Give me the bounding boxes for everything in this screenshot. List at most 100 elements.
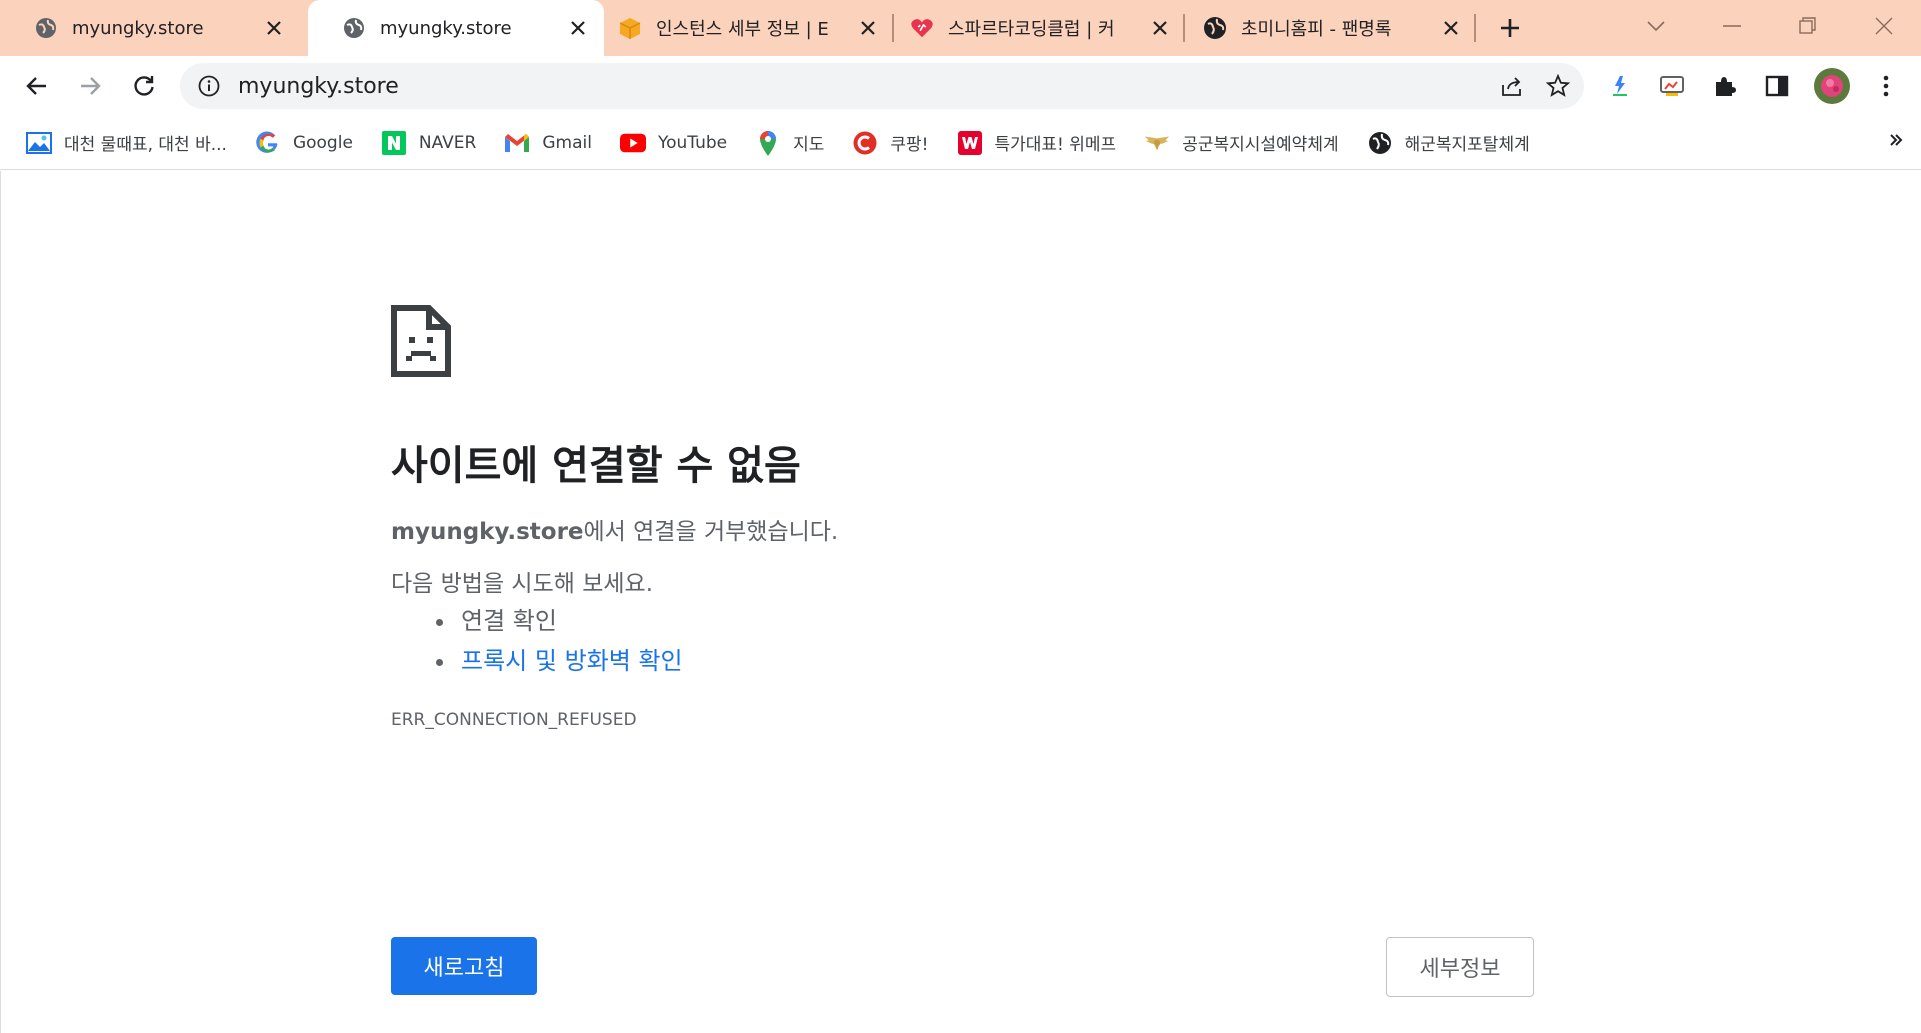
page-content: 사이트에 연결할 수 없음 myungky.store에서 연결을 거부했습니다…	[0, 171, 1921, 1033]
tab-title: myungky.store	[380, 17, 512, 39]
suggestion-check-connection: 연결 확인	[457, 601, 683, 641]
bookmark-item[interactable]: YouTube	[616, 125, 737, 161]
gmail-icon	[504, 130, 530, 156]
bookmark-item[interactable]: 쿠팡!	[848, 125, 938, 161]
naver-icon	[381, 130, 407, 156]
restore-button[interactable]	[1788, 6, 1828, 46]
bookmark-label: Gmail	[542, 132, 592, 153]
coupang-icon	[852, 130, 878, 156]
bookmark-label: 해군복지포탈체계	[1404, 135, 1530, 155]
bookmark-label: 특가대표! 위메프	[994, 135, 1117, 155]
extension-1-button[interactable]	[1600, 66, 1640, 106]
extension-2-button[interactable]	[1652, 66, 1692, 106]
more-vertical-icon	[1883, 75, 1889, 97]
cast-screen-icon	[1660, 76, 1684, 96]
restore-icon	[1799, 17, 1816, 34]
bookmarks-overflow-button[interactable]	[1889, 128, 1903, 152]
check-proxy-firewall-link[interactable]: 프록시 및 방화벽 확인	[461, 647, 683, 675]
details-button[interactable]: 세부정보	[1386, 937, 1534, 997]
forward-arrow-icon	[81, 77, 101, 95]
menu-button[interactable]	[1866, 66, 1906, 106]
side-panel-icon	[1765, 75, 1789, 97]
tab-search-button[interactable]	[1636, 6, 1676, 46]
tab-separator	[1474, 14, 1476, 42]
globe-icon	[1203, 16, 1227, 40]
close-tab-icon[interactable]	[1439, 16, 1463, 40]
sparta-heart-icon	[910, 16, 934, 40]
extension-app-icon	[1613, 76, 1627, 96]
sad-document-icon	[391, 305, 451, 381]
error-description: myungky.store에서 연결을 거부했습니다.	[391, 512, 838, 546]
chevron-down-icon	[1647, 21, 1665, 32]
error-title: 사이트에 연결할 수 없음	[391, 443, 801, 489]
url-text[interactable]: myungky.store	[238, 74, 1492, 99]
close-tab-icon[interactable]	[262, 16, 286, 40]
back-button[interactable]	[17, 66, 57, 106]
tab-3[interactable]: 인스턴스 세부 정보 | E	[604, 0, 894, 56]
error-code: ERR_CONNECTION_REFUSED	[391, 710, 637, 730]
new-tab-button[interactable]	[1494, 12, 1526, 44]
close-window-button[interactable]	[1864, 6, 1904, 46]
bookmark-label: YouTube	[657, 132, 728, 153]
bookmark-item[interactable]: 대천 물때표, 대천 바...	[22, 125, 237, 161]
back-arrow-icon	[26, 77, 46, 95]
tab-title: 스파르타코딩클럽 | 커	[948, 19, 1115, 40]
airforce-wing-icon	[1144, 130, 1170, 156]
tab-5[interactable]: 초미니홈피 - 팬명록	[1187, 0, 1477, 56]
tab-title: 인스턴스 세부 정보 | E	[656, 19, 829, 40]
tab-strip: myungky.store myungky.store 인스턴스 세부 정보 |…	[0, 0, 1921, 56]
bookmarks-bar: 대천 물때표, 대천 바... Google NAVER Gmail YouTu…	[0, 116, 1921, 170]
close-tab-icon[interactable]	[856, 16, 880, 40]
bookmark-item[interactable]: NAVER	[377, 125, 486, 161]
bookmark-item[interactable]: 공군복지시설예약체계	[1140, 125, 1348, 161]
reload-page-button[interactable]: 새로고침	[391, 937, 537, 995]
bookmark-label: 쿠팡!	[890, 135, 929, 155]
bookmark-label: Google	[292, 132, 353, 153]
try-suggestions-heading: 다음 방법을 시도해 보세요.	[391, 571, 654, 597]
tab-1[interactable]: myungky.store	[0, 0, 300, 56]
bookmark-item[interactable]: Gmail	[500, 125, 602, 161]
tab-separator	[892, 14, 894, 42]
share-button[interactable]	[1492, 66, 1532, 106]
tab-title: myungky.store	[72, 17, 204, 39]
bookmark-label: 공군복지시설예약체계	[1182, 135, 1339, 155]
puzzle-icon	[1716, 77, 1736, 96]
suggestion-check-proxy-firewall: 프록시 및 방화벽 확인	[457, 641, 683, 681]
browser-toolbar: myungky.store	[0, 56, 1921, 116]
bookmark-label: 대천 물때표, 대천 바...	[64, 135, 227, 155]
info-icon[interactable]	[196, 73, 222, 99]
globe-icon	[342, 16, 366, 40]
minimize-button[interactable]	[1712, 6, 1752, 46]
close-tab-icon[interactable]	[566, 16, 590, 40]
forward-button[interactable]	[70, 66, 110, 106]
extensions-button[interactable]	[1704, 66, 1744, 106]
wemakeprice-icon	[957, 130, 983, 156]
aws-box-icon	[618, 16, 642, 40]
tab-2[interactable]: myungky.store	[308, 0, 604, 56]
profile-avatar[interactable]	[1812, 66, 1852, 106]
address-bar[interactable]: myungky.store	[180, 63, 1584, 109]
avatar-icon	[1814, 68, 1850, 104]
image-icon	[26, 130, 52, 156]
close-tab-icon[interactable]	[1148, 16, 1172, 40]
side-panel-button[interactable]	[1757, 66, 1797, 106]
bookmark-item[interactable]: 특가대표! 위메프	[953, 125, 1127, 161]
bookmark-item[interactable]: Google	[251, 125, 363, 161]
close-icon	[1875, 17, 1893, 35]
bookmark-label: NAVER	[418, 132, 477, 153]
youtube-icon	[619, 130, 646, 156]
google-icon	[255, 130, 281, 156]
globe-icon	[1367, 130, 1393, 156]
reload-button[interactable]	[124, 66, 164, 106]
tab-4[interactable]: 스파르타코딩클럽 | 커	[896, 0, 1186, 56]
star-icon	[1546, 74, 1570, 97]
bookmark-item[interactable]: 해군복지포탈체계	[1363, 125, 1540, 161]
suggestions-list: 연결 확인 프록시 및 방화벽 확인	[431, 601, 683, 681]
bookmark-item[interactable]: 지도	[751, 125, 834, 161]
error-description-suffix: 에서 연결을 거부했습니다.	[583, 519, 839, 545]
bookmark-star-button[interactable]	[1538, 66, 1578, 106]
double-chevron-right-icon	[1890, 134, 1903, 146]
tab-title: 초미니홈피 - 팬명록	[1241, 19, 1392, 40]
plus-icon	[1501, 19, 1519, 37]
share-icon	[1502, 77, 1521, 96]
